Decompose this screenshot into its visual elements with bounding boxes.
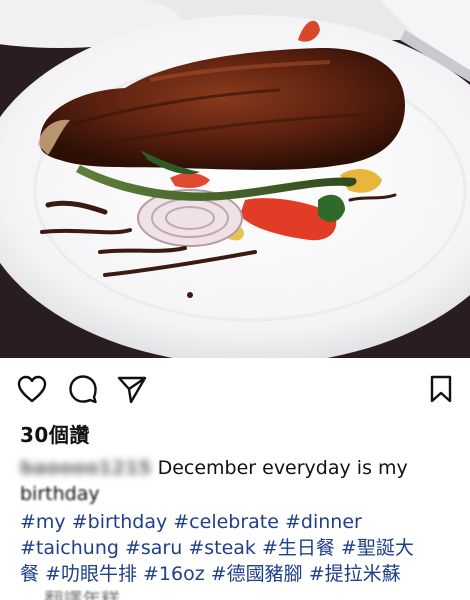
caption-text: December everyday is my — [157, 457, 408, 479]
save-button[interactable] — [426, 374, 456, 404]
post-photo[interactable] — [0, 0, 470, 358]
comment-bubble-icon — [69, 375, 97, 404]
comment-button[interactable] — [68, 374, 98, 404]
hashtag-line[interactable]: #my #birthday #celebrate #dinner — [20, 509, 465, 535]
share-button[interactable] — [117, 374, 147, 404]
like-button[interactable] — [17, 374, 47, 404]
post-caption: baoooo1215 December everyday is my birth… — [20, 455, 458, 507]
paper-plane-icon — [117, 376, 147, 403]
see-translation-partial: ... 翻譯年糕 — [20, 590, 460, 600]
caption-username[interactable]: baoooo1215 — [20, 455, 152, 481]
steak-plate-image — [0, 0, 470, 358]
likes-count[interactable]: 30個讚 — [20, 419, 90, 448]
hashtag-list: #my #birthday #celebrate #dinner #taichu… — [20, 509, 465, 587]
post-action-bar — [0, 358, 470, 416]
heart-icon — [17, 375, 47, 403]
caption-text-line2: birthday — [20, 483, 100, 505]
bookmark-icon — [430, 375, 452, 403]
hashtag-line[interactable]: 餐 #叻眼牛排 #16oz #德國豬腳 #提拉米蘇 — [20, 561, 465, 587]
hashtag-line[interactable]: #taichung #saru #steak #生日餐 #聖誕大 — [20, 535, 465, 561]
